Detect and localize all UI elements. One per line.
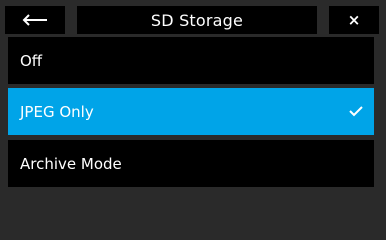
page-title: SD Storage [150, 10, 244, 30]
option-label: Archive Mode [20, 154, 122, 173]
checkmark-icon [349, 106, 363, 117]
option-jpeg-only[interactable]: JPEG Only [8, 88, 374, 135]
close-icon: × [347, 11, 361, 29]
back-button[interactable] [5, 6, 65, 34]
option-label: Off [20, 51, 43, 70]
title-box: SD Storage [77, 6, 317, 34]
header-bar: SD Storage × [0, 0, 386, 34]
option-off[interactable]: Off [8, 37, 374, 84]
arrow-left-icon [22, 14, 47, 26]
option-label: JPEG Only [20, 102, 94, 121]
close-button[interactable]: × [329, 6, 379, 34]
option-archive-mode[interactable]: Archive Mode [8, 140, 374, 187]
